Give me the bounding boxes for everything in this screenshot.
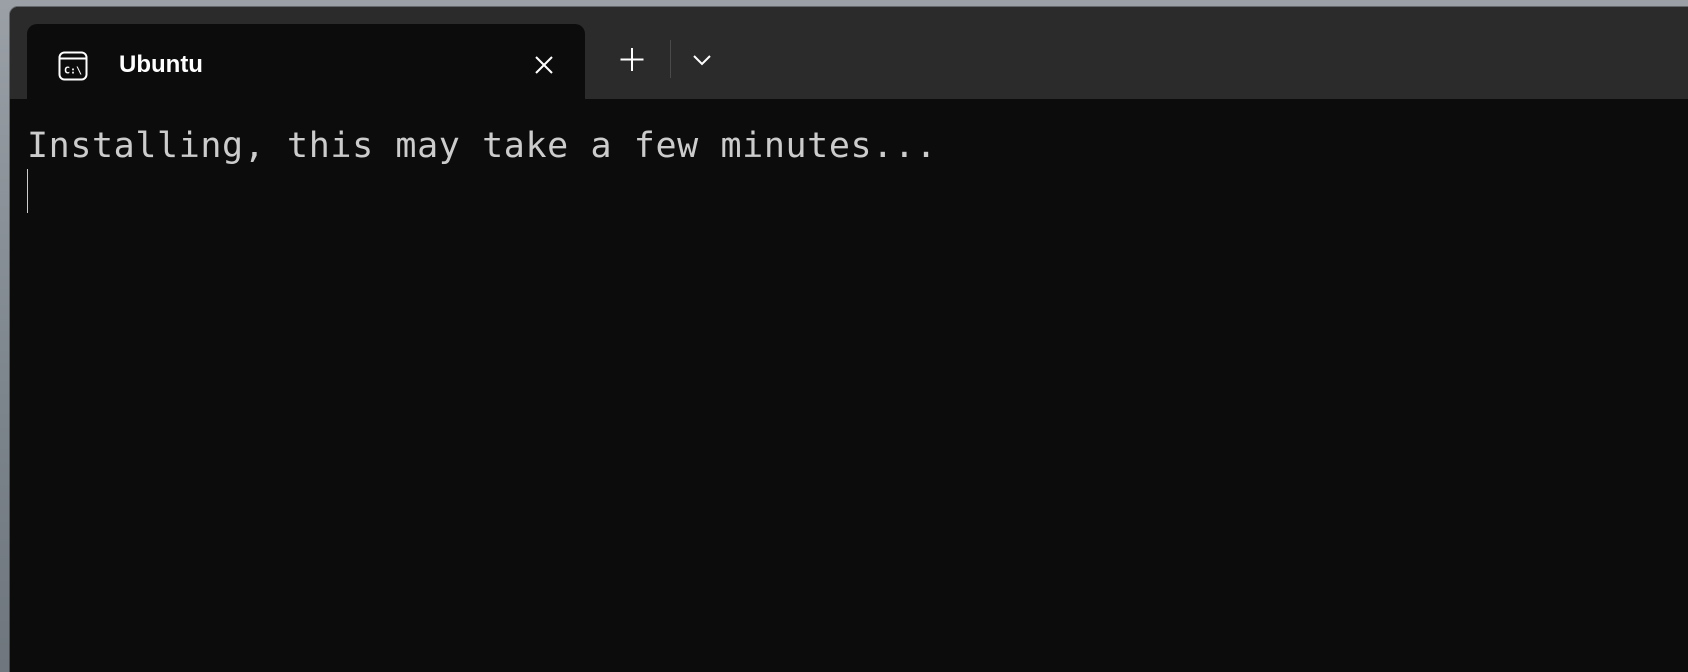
plus-icon <box>620 48 644 71</box>
tab-strip: C:\ Ubuntu <box>10 7 1688 99</box>
new-tab-button[interactable] <box>606 34 658 84</box>
tab-divider <box>670 40 671 78</box>
terminal-content[interactable]: Installing, this may take a few minutes.… <box>10 99 1688 672</box>
terminal-icon: C:\ <box>58 51 88 81</box>
terminal-output-line: Installing, this may take a few minutes.… <box>27 126 938 166</box>
text-cursor <box>27 169 28 213</box>
chevron-down-icon <box>693 55 711 66</box>
terminal-window: C:\ Ubuntu Installing, this may take a f… <box>10 7 1688 672</box>
tab-dropdown-button[interactable] <box>678 34 726 84</box>
close-icon[interactable] <box>529 50 559 80</box>
tab-ubuntu[interactable]: C:\ Ubuntu <box>27 24 585 99</box>
svg-text:C:\: C:\ <box>64 66 82 77</box>
tab-title: Ubuntu <box>119 51 203 78</box>
